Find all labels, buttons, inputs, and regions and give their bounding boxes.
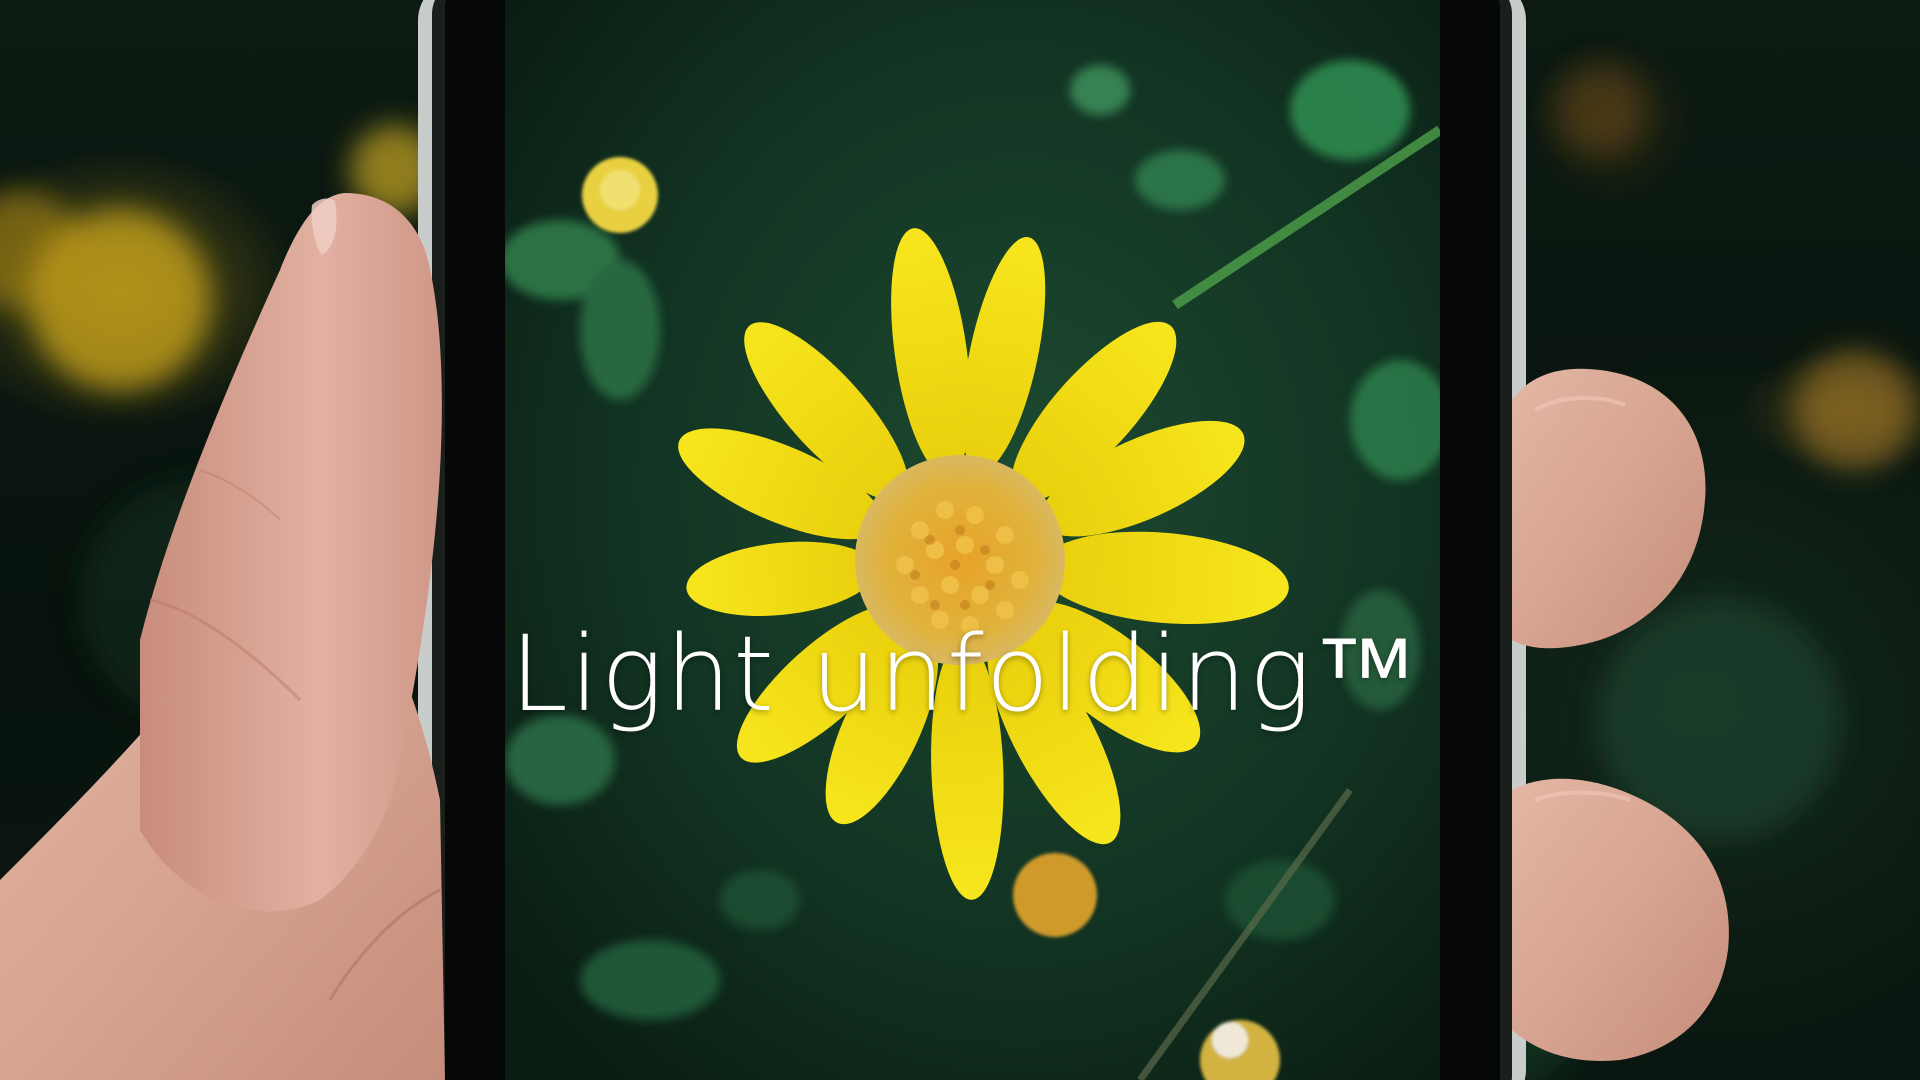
caption-title: Light unfolding™: [510, 613, 1420, 735]
photo-scene: Light unfolding™: [0, 0, 1920, 1080]
photo-illustration: [0, 0, 1915, 1080]
phone-screen: [505, 0, 1440, 1080]
